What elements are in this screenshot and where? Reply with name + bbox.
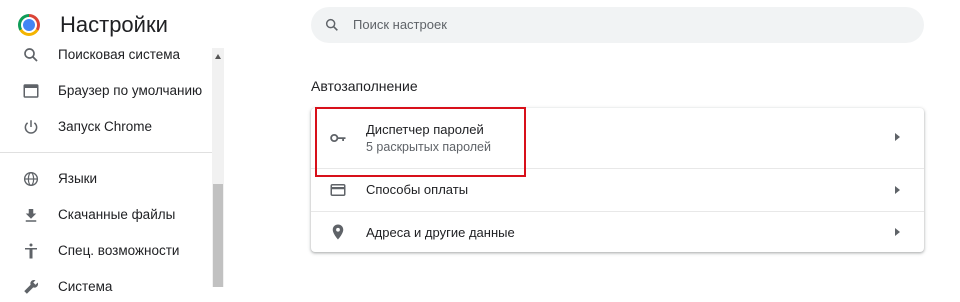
browser-window-icon [23, 84, 39, 98]
sidebar: Поисковая система Браузер по умолчанию З… [0, 44, 212, 294]
scrollbar-thumb[interactable] [213, 184, 223, 287]
chrome-logo-icon [18, 14, 40, 36]
sidebar-item-label: Браузер по умолчанию [58, 83, 203, 98]
row-subtitle: 5 раскрытых паролей [366, 140, 491, 154]
chevron-right-icon [895, 186, 900, 194]
sidebar-item-label: Скачанные файлы [58, 207, 176, 222]
chevron-right-icon [895, 228, 900, 236]
password-manager-row[interactable]: Диспетчер паролей 5 раскрытых паролей [311, 108, 924, 168]
wrench-icon [24, 279, 39, 294]
globe-icon [23, 171, 39, 187]
row-title: Диспетчер паролей [366, 122, 484, 137]
sidebar-item-downloads[interactable]: Скачанные файлы [0, 200, 212, 230]
sidebar-item-label: Спец. возможности [58, 243, 180, 258]
row-title: Адреса и другие данные [366, 225, 515, 240]
page-title: Настройки [60, 12, 168, 37]
download-icon [25, 209, 37, 222]
sidebar-item-languages[interactable]: Языки [0, 164, 212, 194]
search-icon [24, 48, 38, 62]
search-icon [325, 18, 338, 31]
sidebar-item-startup[interactable]: Запуск Chrome [0, 112, 212, 142]
section-title-autofill: Автозаполнение [311, 78, 418, 94]
accessibility-icon [25, 243, 37, 259]
scroll-up-arrow-icon[interactable] [215, 54, 221, 59]
addresses-row[interactable]: Адреса и другие данные [311, 211, 924, 253]
sidebar-item-accessibility[interactable]: Спец. возможности [0, 236, 212, 266]
sidebar-divider [0, 152, 212, 153]
location-pin-icon [332, 224, 344, 240]
power-icon [24, 120, 38, 134]
chevron-right-icon [895, 133, 900, 141]
row-title: Способы оплаты [366, 182, 469, 197]
sidebar-item-system[interactable]: Система [0, 272, 212, 302]
payment-methods-row[interactable]: Способы оплаты [311, 168, 924, 212]
sidebar-item-label: Запуск Chrome [58, 119, 152, 134]
sidebar-item-search-engine[interactable]: Поисковая система [0, 40, 212, 70]
key-icon [330, 133, 346, 143]
search-placeholder: Поиск настроек [353, 17, 447, 32]
credit-card-icon [330, 184, 346, 196]
sidebar-item-default-browser[interactable]: Браузер по умолчанию [0, 76, 212, 106]
sidebar-item-label: Языки [58, 171, 98, 186]
sidebar-item-label: Поисковая система [58, 47, 181, 62]
search-input[interactable]: Поиск настроек [311, 7, 924, 43]
autofill-card: Диспетчер паролей 5 раскрытых паролей Сп… [311, 108, 924, 252]
